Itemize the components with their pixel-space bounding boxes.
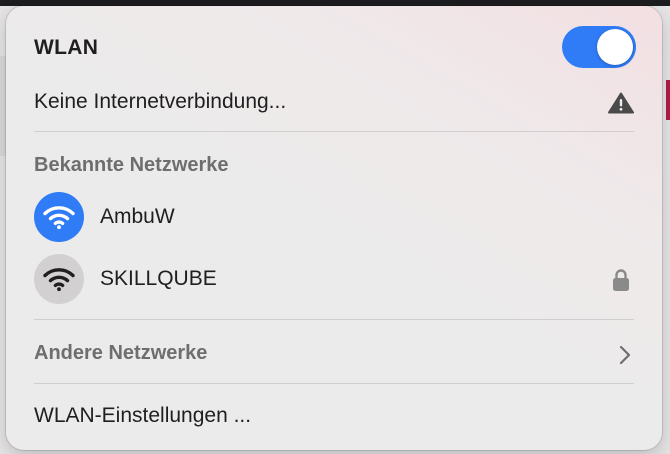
- wlan-settings-item[interactable]: WLAN-Einstellungen ...: [34, 402, 634, 432]
- wifi-icon: [43, 268, 75, 292]
- warning-triangle-icon: [608, 92, 634, 114]
- wlan-menu: WLAN Keine Internetverbindung... Bekannt…: [6, 6, 662, 450]
- wlan-toggle[interactable]: [562, 26, 636, 68]
- other-networks-item[interactable]: Andere Netzwerke: [34, 340, 634, 370]
- connection-status: Keine Internetverbindung...: [34, 88, 634, 118]
- chevron-right-icon: [619, 345, 631, 365]
- network-icon-bg: [34, 192, 84, 242]
- separator: [34, 319, 634, 320]
- known-networks-heading: Bekannte Netzwerke: [34, 154, 229, 176]
- other-networks-label: Andere Netzwerke: [34, 342, 208, 364]
- separator: [34, 383, 634, 384]
- wlan-title: WLAN: [34, 36, 99, 59]
- wifi-icon: [43, 206, 75, 230]
- connection-status-text: Keine Internetverbindung...: [34, 90, 287, 113]
- toggle-knob: [597, 29, 633, 65]
- network-item-ambuw[interactable]: AmbuW: [34, 192, 634, 244]
- wlan-settings-label: WLAN-Einstellungen ...: [34, 404, 252, 427]
- background-window-accent: [666, 80, 670, 120]
- network-item-skillqube[interactable]: SKILLQUBE: [34, 254, 634, 306]
- network-icon-bg: [34, 254, 84, 304]
- network-name: AmbuW: [100, 205, 175, 228]
- separator: [34, 131, 634, 132]
- lock-icon: [613, 269, 629, 291]
- network-name: SKILLQUBE: [100, 267, 217, 290]
